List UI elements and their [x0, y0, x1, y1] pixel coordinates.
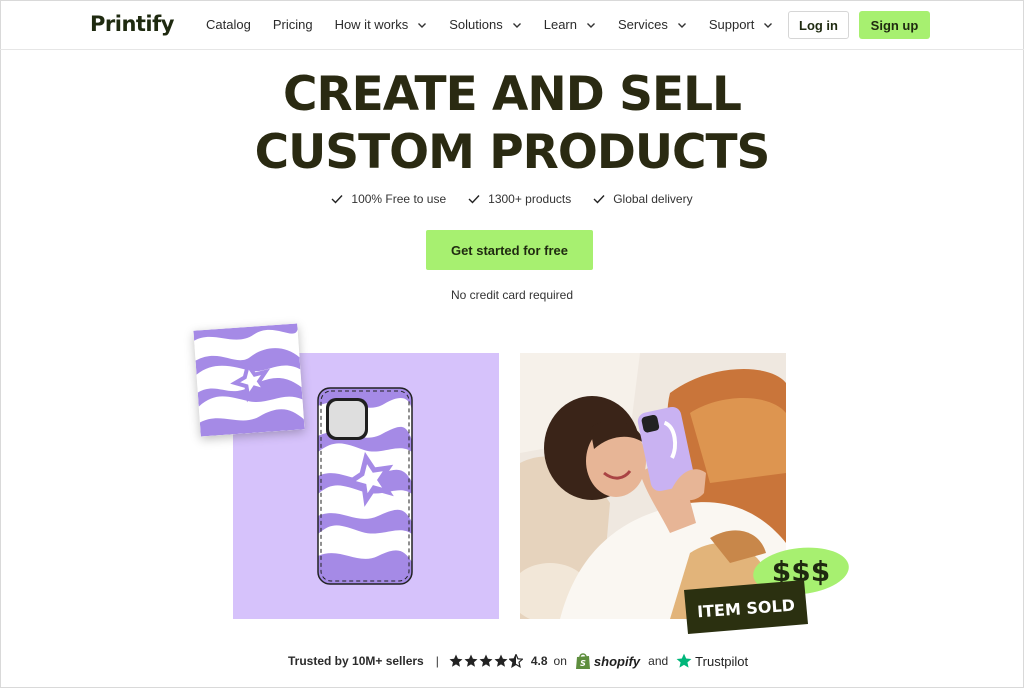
- pattern-swatch: [193, 323, 305, 437]
- nav-label: How it works: [334, 17, 409, 32]
- check-icon: [468, 195, 480, 204]
- trusted-sellers-text: Trusted by 10M+ sellers: [288, 654, 424, 668]
- feature-label: 1300+ products: [488, 192, 572, 206]
- printify-logo[interactable]: Printify: [90, 12, 174, 36]
- star-icon: [449, 654, 463, 667]
- nav-item-catalog[interactable]: Catalog: [206, 17, 251, 32]
- headline-line-2: CUSTOM PRODUCTS: [254, 125, 771, 180]
- no-credit-card-note: No credit card required: [450, 288, 574, 302]
- trust-bar: Trusted by 10M+ sellers | 4.8 on S shopi…: [288, 650, 748, 672]
- and-text: and: [648, 654, 669, 668]
- star-icon: [479, 654, 493, 667]
- nav-item-learn[interactable]: Learn: [544, 17, 596, 32]
- main-menu: Catalog Pricing How it works Solutions L…: [206, 17, 795, 32]
- signup-button[interactable]: Sign up: [859, 11, 930, 39]
- rating-value: 4.8: [530, 654, 548, 668]
- shopify-bag-icon: S: [575, 653, 590, 669]
- get-started-button[interactable]: Get started for free: [426, 230, 593, 270]
- hero-headline: CREATE AND SELL CUSTOM PRODUCTS: [0, 66, 1024, 182]
- feature-item: 1300+ products: [468, 192, 571, 206]
- star-icon: [494, 654, 508, 667]
- nav-label: Learn: [543, 17, 577, 32]
- nav-label: Catalog: [206, 17, 251, 32]
- nav-label: Support: [708, 17, 755, 32]
- chevron-down-icon: [677, 22, 686, 28]
- nav-item-pricing[interactable]: Pricing: [273, 17, 313, 32]
- nav-item-services[interactable]: Services: [618, 17, 687, 32]
- on-text: on: [553, 654, 567, 668]
- login-button[interactable]: Log in: [788, 11, 849, 39]
- shopify-logo[interactable]: S shopify: [575, 652, 640, 670]
- chevron-down-icon: [512, 22, 521, 28]
- feature-label: 100% Free to use: [351, 192, 447, 206]
- nav-label: Solutions: [449, 17, 503, 32]
- chevron-down-icon: [418, 22, 427, 28]
- divider: |: [435, 654, 439, 668]
- chevron-down-icon: [764, 22, 773, 28]
- chevron-down-icon: [586, 22, 595, 28]
- half-star-icon: [508, 654, 523, 668]
- swirl-pattern: [193, 323, 305, 437]
- nav-item-support[interactable]: Support: [709, 17, 774, 32]
- feature-label: Global delivery: [613, 192, 693, 206]
- top-navigation: Printify Catalog Pricing How it works So…: [0, 0, 1024, 50]
- rating-stars: [449, 654, 523, 668]
- nav-label: Pricing: [272, 17, 313, 32]
- trustpilot-logo[interactable]: Trustpilot: [676, 653, 748, 669]
- nav-item-solutions[interactable]: Solutions: [449, 17, 521, 32]
- headline-line-1: CREATE AND SELL: [283, 67, 742, 122]
- phone-case-mockup: [317, 387, 413, 585]
- star-icon: [464, 654, 478, 667]
- trustpilot-text: Trustpilot: [695, 653, 749, 669]
- check-icon: [331, 195, 343, 204]
- feature-item: Global delivery: [593, 192, 693, 206]
- feature-list: 100% Free to use 1300+ products Global d…: [0, 192, 1024, 206]
- svg-text:S: S: [580, 659, 586, 668]
- shopify-text: shopify: [593, 653, 641, 669]
- feature-item: 100% Free to use: [331, 192, 446, 206]
- nav-label: Services: [617, 17, 668, 32]
- check-icon: [593, 195, 605, 204]
- nav-item-how-it-works[interactable]: How it works: [335, 17, 428, 32]
- trustpilot-star-icon: [676, 653, 692, 668]
- item-sold-badge: ITEM SOLD: [684, 580, 808, 634]
